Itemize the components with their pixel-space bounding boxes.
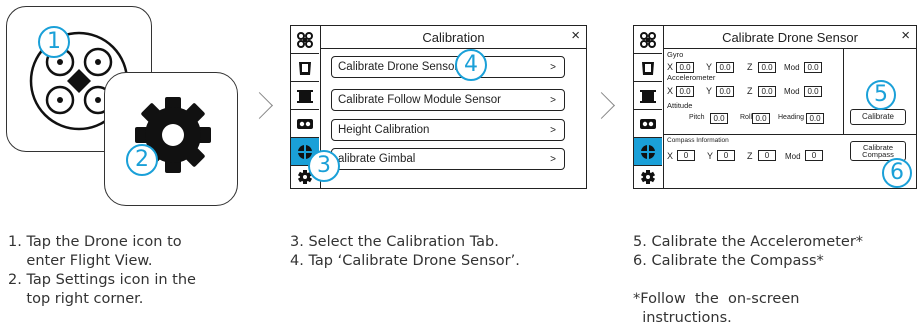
menu-item-label: Calibrate Drone Sensor xyxy=(338,61,459,73)
compass-y-value: 0 xyxy=(717,150,735,161)
tab-drone[interactable] xyxy=(634,26,662,54)
axis-y-label: Y xyxy=(706,62,713,72)
attitude-label: Attitude xyxy=(667,101,693,110)
arrow-right-icon: > xyxy=(550,124,556,136)
compass-z-value: 0 xyxy=(758,150,776,161)
chevron-right-icon xyxy=(246,92,273,119)
heading-value: 0.0 xyxy=(806,113,824,124)
accel-z-value: 0.0 xyxy=(758,86,776,97)
calibrate-gimbal-button[interactable]: alibrate Gimbal > xyxy=(331,148,565,170)
arrow-right-icon: > xyxy=(550,94,556,106)
step-badge-5: 5 xyxy=(866,80,896,110)
tab-remote[interactable] xyxy=(634,54,662,82)
panel-divider-horizontal xyxy=(664,134,916,135)
camera-tab-icon xyxy=(640,118,656,129)
height-calibration-button[interactable]: Height Calibration > xyxy=(331,119,565,141)
calibrate-drone-sensor-button[interactable]: Calibrate Drone Sensor > xyxy=(331,56,565,78)
axis-x-label: X xyxy=(667,62,674,72)
roll-label: Roll xyxy=(740,114,753,121)
menu-item-label: alibrate Gimbal xyxy=(338,153,416,165)
follow-module-tab-icon xyxy=(640,89,656,103)
page-title: Calibrate Drone Sensor xyxy=(722,29,858,45)
heading-label: Heading xyxy=(778,114,805,121)
settings-gear-icon xyxy=(135,97,211,173)
pitch-value: 0.0 xyxy=(710,113,728,124)
remote-tab-icon xyxy=(642,61,654,75)
menu-item-label: Height Calibration xyxy=(338,124,430,136)
accel-mod-value: 0.0 xyxy=(804,86,822,97)
mod-label: Mod xyxy=(785,152,801,161)
tab-camera[interactable] xyxy=(634,110,662,138)
calibrate-accelerometer-button[interactable]: Calibrate xyxy=(850,109,906,125)
step-badge-1: 1 xyxy=(38,26,70,58)
page-title: Calibration xyxy=(422,29,485,45)
calibrate-follow-module-sensor-button[interactable]: Calibrate Follow Module Sensor > xyxy=(331,89,565,111)
accelerometer-label: Accelerometer xyxy=(667,73,716,82)
settings-tab-icon xyxy=(640,170,656,184)
drone-tab-icon xyxy=(297,31,313,48)
axis-z-label: Z xyxy=(747,86,753,96)
mod-label: Mod xyxy=(784,63,800,72)
accel-y-value: 0.0 xyxy=(716,86,734,97)
gyro-mod-value: 0.0 xyxy=(804,62,822,73)
gyro-label: Gyro xyxy=(667,50,684,59)
drone-tab-icon xyxy=(640,31,656,48)
sensor-title: Calibrate Drone Sensor xyxy=(664,26,916,49)
step-badge-2: 2 xyxy=(126,144,158,176)
roll-value: 0.0 xyxy=(752,113,770,124)
step-badge-6: 6 xyxy=(882,158,912,188)
tab-drone[interactable] xyxy=(291,26,319,54)
step-badge-3: 3 xyxy=(308,150,340,182)
remote-tab-icon xyxy=(299,61,311,75)
menu-item-label: Calibrate Follow Module Sensor xyxy=(338,94,501,106)
axis-x-label: X xyxy=(667,151,674,161)
axis-y-label: Y xyxy=(706,86,713,96)
gyro-z-value: 0.0 xyxy=(758,62,776,73)
calibration-tab-icon xyxy=(641,144,655,159)
axis-y-label: Y xyxy=(707,151,714,161)
gyro-x-value: 0.0 xyxy=(676,62,694,73)
pitch-label: Pitch xyxy=(689,114,705,121)
axis-z-label: Z xyxy=(747,62,753,72)
step-badge-4: 4 xyxy=(455,49,487,81)
calibration-title: Calibration xyxy=(321,26,586,49)
follow-module-tab-icon xyxy=(297,89,313,103)
steps-3-4-caption: 3. Select the Calibration Tab. 4. Tap ‘C… xyxy=(290,234,520,269)
tab-follow-module[interactable] xyxy=(634,82,662,110)
compass-mod-value: 0 xyxy=(805,150,823,161)
arrow-right-icon: > xyxy=(550,61,556,73)
tab-calibration[interactable] xyxy=(634,138,662,166)
chevron-right-icon xyxy=(588,92,615,119)
tab-camera[interactable] xyxy=(291,110,319,138)
axis-x-label: X xyxy=(667,86,674,96)
arrow-right-icon: > xyxy=(550,153,556,165)
compass-information-label: Compass Information xyxy=(667,137,729,144)
settings-app-icon[interactable] xyxy=(104,72,238,206)
panel-divider-vertical xyxy=(843,48,844,134)
steps-1-2-caption: 1. Tap the Drone icon to enter Flight Vi… xyxy=(8,234,196,307)
tab-settings[interactable] xyxy=(634,166,662,188)
axis-z-label: Z xyxy=(747,151,753,161)
camera-tab-icon xyxy=(297,118,313,129)
close-icon[interactable]: × xyxy=(901,27,910,44)
tab-follow-module[interactable] xyxy=(291,82,319,110)
tab-remote[interactable] xyxy=(291,54,319,82)
tab-sidebar xyxy=(634,26,664,188)
compass-x-value: 0 xyxy=(677,150,695,161)
accel-x-value: 0.0 xyxy=(676,86,694,97)
close-icon[interactable]: × xyxy=(571,27,580,44)
gyro-y-value: 0.0 xyxy=(716,62,734,73)
mod-label: Mod xyxy=(784,87,800,96)
steps-5-6-caption: 5. Calibrate the Accelerometer* 6. Calib… xyxy=(633,234,864,326)
